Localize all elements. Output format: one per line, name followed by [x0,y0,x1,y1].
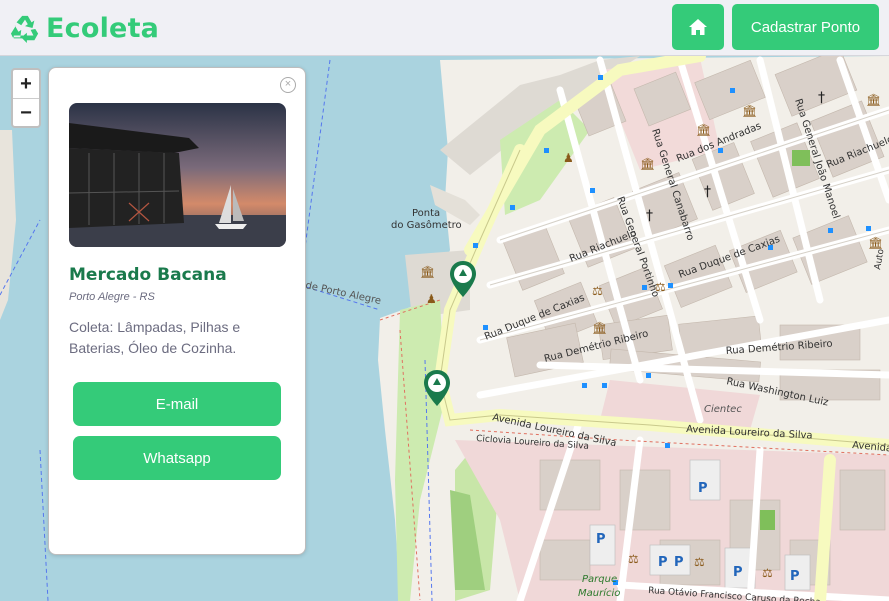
svg-text:♟: ♟ [426,292,437,306]
svg-text:🏛: 🏛 [866,93,881,107]
svg-text:🏛: 🏛 [420,265,435,279]
svg-text:🏛: 🏛 [696,123,711,137]
svg-text:🏛: 🏛 [868,236,883,250]
brand-logo: Ecoleta [10,10,159,46]
label-parque: Parque [582,574,617,585]
svg-text:⚖: ⚖ [762,566,773,580]
collection-point-marker[interactable] [449,260,477,298]
svg-text:P: P [698,481,708,496]
zoom-in-button[interactable]: + [13,70,39,99]
point-name: Mercado Bacana [69,265,227,285]
label-mauricio: Maurício [578,587,620,599]
point-city: Porto Alegre - RS [69,291,155,303]
svg-text:⚖: ⚖ [694,555,705,569]
point-items: Coleta: Lâmpadas, Pilhas e Baterias, Óle… [69,319,241,356]
svg-text:🏛: 🏛 [592,321,607,335]
svg-text:P: P [733,565,743,580]
collection-point-marker[interactable] [423,369,451,407]
point-popup: × Mercado Bacana Porto Alegre - RS Colet… [48,67,306,555]
email-button[interactable]: E-mail [73,382,281,426]
label-gasometro: do Gasômetro [391,219,462,231]
svg-text:🏛: 🏛 [640,157,655,171]
svg-text:†: † [818,90,825,106]
register-point-button[interactable]: Cadastrar Ponto [732,4,879,50]
svg-text:†: † [704,184,711,200]
whatsapp-button[interactable]: Whatsapp [73,436,281,480]
label-ponta: Ponta [412,208,440,219]
zoom-out-button[interactable]: − [13,99,39,127]
svg-text:⚖: ⚖ [628,552,639,566]
svg-text:P: P [674,555,684,570]
svg-text:†: † [646,208,653,224]
svg-text:♟: ♟ [563,151,574,165]
point-photo [69,103,286,247]
svg-text:P: P [596,532,606,547]
zoom-control: + − [11,68,41,128]
app-header: Ecoleta Cadastrar Ponto [0,0,889,56]
svg-text:P: P [658,555,668,570]
brand-name: Ecoleta [46,12,160,44]
svg-text:⚖: ⚖ [592,284,603,298]
home-icon [689,19,707,35]
recycle-icon [10,15,39,43]
label-cientec: Cientec [704,404,742,415]
svg-text:P: P [790,569,800,584]
home-button[interactable] [672,4,724,50]
close-icon[interactable]: × [280,77,296,93]
svg-text:🏛: 🏛 [742,104,757,118]
